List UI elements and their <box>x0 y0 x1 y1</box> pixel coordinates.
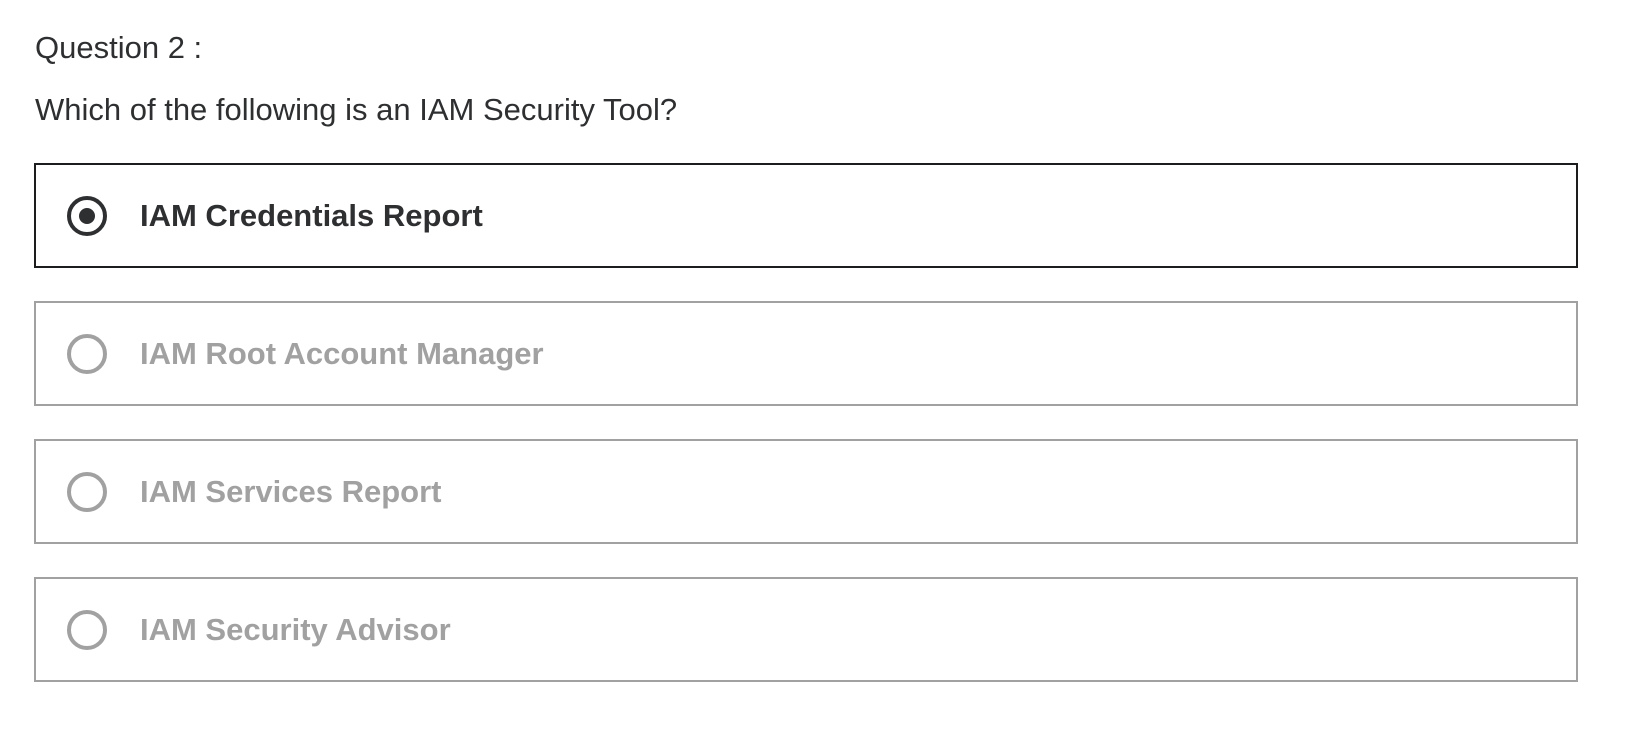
answer-options: IAM Credentials Report IAM Root Account … <box>34 163 1578 715</box>
answer-option-credentials-report[interactable]: IAM Credentials Report <box>34 163 1578 268</box>
answer-option-label: IAM Credentials Report <box>140 197 483 233</box>
answer-option-root-account-manager[interactable]: IAM Root Account Manager <box>34 301 1578 406</box>
answer-option-security-advisor[interactable]: IAM Security Advisor <box>34 577 1578 682</box>
radio-unselected-icon[interactable] <box>67 609 107 650</box>
radio-dot <box>79 207 95 224</box>
answer-option-services-report[interactable]: IAM Services Report <box>34 439 1578 544</box>
radio-unselected-icon[interactable] <box>67 471 107 512</box>
answer-option-label: IAM Security Advisor <box>140 611 451 647</box>
radio-unselected-icon[interactable] <box>67 333 107 374</box>
answer-option-label: IAM Root Account Manager <box>140 335 544 371</box>
question-text: Which of the following is an IAM Securit… <box>35 92 678 127</box>
question-number: Question 2 : <box>35 30 203 65</box>
radio-selected-icon[interactable] <box>67 195 107 236</box>
answer-option-label: IAM Services Report <box>140 473 442 509</box>
